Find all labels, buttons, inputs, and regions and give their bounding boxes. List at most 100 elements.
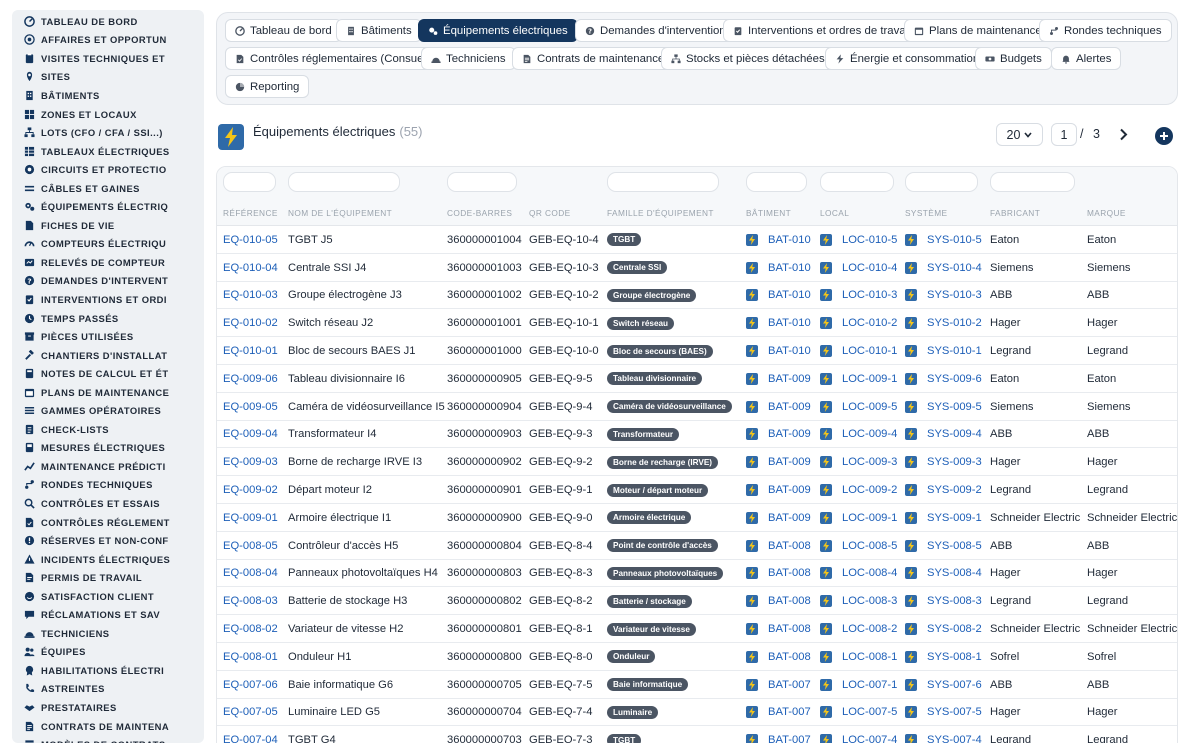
reference-link[interactable]: EQ-010-02 bbox=[223, 309, 278, 337]
sidebar-item[interactable]: LOTS (CFO / CFA / SSI...) bbox=[12, 123, 204, 142]
local-link[interactable]: LOC-010-1 bbox=[842, 345, 897, 357]
system-cell[interactable]: SYS-009-6 bbox=[905, 365, 982, 393]
system-cell[interactable]: SYS-009-1 bbox=[905, 504, 982, 532]
column-filter-input[interactable] bbox=[820, 172, 894, 192]
system-cell[interactable]: SYS-008-3 bbox=[905, 587, 982, 615]
local-cell[interactable]: LOC-009-1 bbox=[820, 365, 897, 393]
sidebar-item[interactable]: RÉCLAMATIONS ET SAV bbox=[12, 606, 204, 625]
column-filter-input[interactable] bbox=[746, 172, 807, 192]
building-cell[interactable]: BAT-008 bbox=[746, 532, 811, 560]
column-header[interactable]: BÂTIMENT bbox=[746, 208, 791, 218]
local-cell[interactable]: LOC-007-1 bbox=[820, 671, 897, 699]
sidebar-item[interactable]: PLANS DE MAINTENANCE bbox=[12, 383, 204, 402]
building-link[interactable]: BAT-008 bbox=[768, 567, 811, 579]
local-link[interactable]: LOC-009-1 bbox=[842, 512, 897, 524]
system-cell[interactable]: SYS-009-3 bbox=[905, 448, 982, 476]
system-link[interactable]: SYS-009-4 bbox=[927, 428, 982, 440]
tab[interactable]: Rondes techniques bbox=[1039, 19, 1172, 42]
table-row[interactable]: EQ-009-01 Armoire électrique I1 36000000… bbox=[217, 504, 1177, 532]
local-cell[interactable]: LOC-009-3 bbox=[820, 448, 897, 476]
table-row[interactable]: EQ-008-03 Batterie de stockage H3 360000… bbox=[217, 587, 1177, 616]
column-filter-input[interactable] bbox=[447, 172, 517, 192]
sidebar-item[interactable]: CONTRÔLES RÉGLEMENT bbox=[12, 513, 204, 532]
local-link[interactable]: LOC-010-4 bbox=[842, 262, 897, 274]
building-link[interactable]: BAT-009 bbox=[768, 373, 811, 385]
system-cell[interactable]: SYS-009-5 bbox=[905, 393, 982, 421]
sidebar-item[interactable]: ÉQUIPEMENTS ÉLECTRIQ bbox=[12, 197, 204, 216]
table-row[interactable]: EQ-010-01 Bloc de secours BAES J1 360000… bbox=[217, 337, 1177, 365]
sidebar-item[interactable]: ASTREINTES bbox=[12, 680, 204, 699]
local-link[interactable]: LOC-008-1 bbox=[842, 651, 897, 663]
building-link[interactable]: BAT-008 bbox=[768, 595, 811, 607]
building-link[interactable]: BAT-009 bbox=[768, 484, 811, 496]
sidebar-item[interactable]: RÉSERVES ET NON-CONF bbox=[12, 531, 204, 550]
building-link[interactable]: BAT-010 bbox=[768, 262, 811, 274]
sidebar-item[interactable]: PRESTATAIRES bbox=[12, 698, 204, 717]
sidebar-item[interactable]: TABLEAU DE BORD bbox=[12, 12, 204, 31]
local-cell[interactable]: LOC-008-2 bbox=[820, 615, 897, 643]
system-cell[interactable]: SYS-008-2 bbox=[905, 615, 982, 643]
building-cell[interactable]: BAT-009 bbox=[746, 504, 811, 532]
system-link[interactable]: SYS-009-6 bbox=[927, 373, 982, 385]
local-link[interactable]: LOC-007-5 bbox=[842, 706, 897, 718]
sidebar-item[interactable]: CHECK-LISTS bbox=[12, 420, 204, 439]
local-cell[interactable]: LOC-007-4 bbox=[820, 726, 897, 743]
reference-link[interactable]: EQ-010-01 bbox=[223, 337, 278, 365]
system-cell[interactable]: SYS-009-4 bbox=[905, 421, 982, 449]
system-cell[interactable]: SYS-010-4 bbox=[905, 254, 982, 282]
tab[interactable]: Alertes bbox=[1051, 47, 1122, 70]
sidebar-item[interactable]: INTERVENTIONS ET ORDI bbox=[12, 290, 204, 309]
system-cell[interactable]: SYS-007-4 bbox=[905, 726, 982, 743]
local-cell[interactable]: LOC-009-2 bbox=[820, 476, 897, 504]
building-cell[interactable]: BAT-009 bbox=[746, 448, 811, 476]
sidebar-item[interactable]: VISITES TECHNIQUES ET bbox=[12, 49, 204, 68]
column-header[interactable]: QR CODE bbox=[529, 208, 571, 218]
table-row[interactable]: EQ-008-04 Panneaux photovoltaïques H4 36… bbox=[217, 560, 1177, 588]
sidebar-item[interactable]: PERMIS DE TRAVAIL bbox=[12, 568, 204, 587]
system-link[interactable]: SYS-010-4 bbox=[927, 262, 982, 274]
sidebar-item[interactable]: PIÈCES UTILISÉES bbox=[12, 327, 204, 346]
column-header[interactable]: LOCAL bbox=[820, 208, 849, 218]
sidebar-item[interactable]: COMPTEURS ÉLECTRIQU bbox=[12, 235, 204, 254]
sidebar-item[interactable]: SATISFACTION CLIENT bbox=[12, 587, 204, 606]
local-link[interactable]: LOC-009-3 bbox=[842, 456, 897, 468]
system-link[interactable]: SYS-008-4 bbox=[927, 567, 982, 579]
system-link[interactable]: SYS-009-3 bbox=[927, 456, 982, 468]
table-row[interactable]: EQ-010-03 Groupe électrogène J3 36000000… bbox=[217, 282, 1177, 310]
local-cell[interactable]: LOC-010-2 bbox=[820, 309, 897, 337]
column-header[interactable]: SYSTÈME bbox=[905, 208, 947, 218]
column-header[interactable]: FAMILLE D'ÉQUIPEMENT bbox=[607, 208, 714, 218]
local-cell[interactable]: LOC-008-3 bbox=[820, 587, 897, 615]
local-link[interactable]: LOC-008-2 bbox=[842, 623, 897, 635]
sidebar-item[interactable]: ÉQUIPES bbox=[12, 643, 204, 662]
building-link[interactable]: BAT-007 bbox=[768, 679, 811, 691]
building-cell[interactable]: BAT-008 bbox=[746, 615, 811, 643]
building-cell[interactable]: BAT-008 bbox=[746, 587, 811, 615]
tab[interactable]: Tableau de bord bbox=[225, 19, 342, 42]
table-row[interactable]: EQ-009-04 Transformateur I4 360000000903… bbox=[217, 421, 1177, 449]
sidebar-item[interactable]: CONTRATS DE MAINTENA bbox=[12, 717, 204, 736]
building-cell[interactable]: BAT-008 bbox=[746, 643, 811, 671]
column-header[interactable]: MARQUE bbox=[1087, 208, 1126, 218]
system-link[interactable]: SYS-009-5 bbox=[927, 401, 982, 413]
system-link[interactable]: SYS-009-2 bbox=[927, 484, 982, 496]
column-header[interactable]: RÉFÉRENCE bbox=[223, 208, 278, 218]
building-cell[interactable]: BAT-009 bbox=[746, 365, 811, 393]
system-link[interactable]: SYS-008-3 bbox=[927, 595, 982, 607]
reference-link[interactable]: EQ-009-06 bbox=[223, 365, 278, 393]
reference-link[interactable]: EQ-008-01 bbox=[223, 643, 278, 671]
local-cell[interactable]: LOC-010-3 bbox=[820, 282, 897, 310]
sidebar-item[interactable]: BÂTIMENTS bbox=[12, 86, 204, 105]
sidebar-item[interactable]: HABILITATIONS ÉLECTRI bbox=[12, 661, 204, 680]
sidebar-item[interactable]: ? DEMANDES D'INTERVENT bbox=[12, 272, 204, 291]
reference-link[interactable]: EQ-007-06 bbox=[223, 671, 278, 699]
building-cell[interactable]: BAT-010 bbox=[746, 282, 811, 310]
building-link[interactable]: BAT-008 bbox=[768, 651, 811, 663]
column-header[interactable]: FABRICANT bbox=[990, 208, 1040, 218]
local-link[interactable]: LOC-010-5 bbox=[842, 234, 897, 246]
table-row[interactable]: EQ-007-06 Baie informatique G6 360000000… bbox=[217, 671, 1177, 699]
local-link[interactable]: LOC-008-3 bbox=[842, 595, 897, 607]
table-row[interactable]: EQ-010-04 Centrale SSI J4 360000001003 G… bbox=[217, 254, 1177, 282]
reference-link[interactable]: EQ-007-05 bbox=[223, 699, 278, 727]
local-cell[interactable]: LOC-008-5 bbox=[820, 532, 897, 560]
